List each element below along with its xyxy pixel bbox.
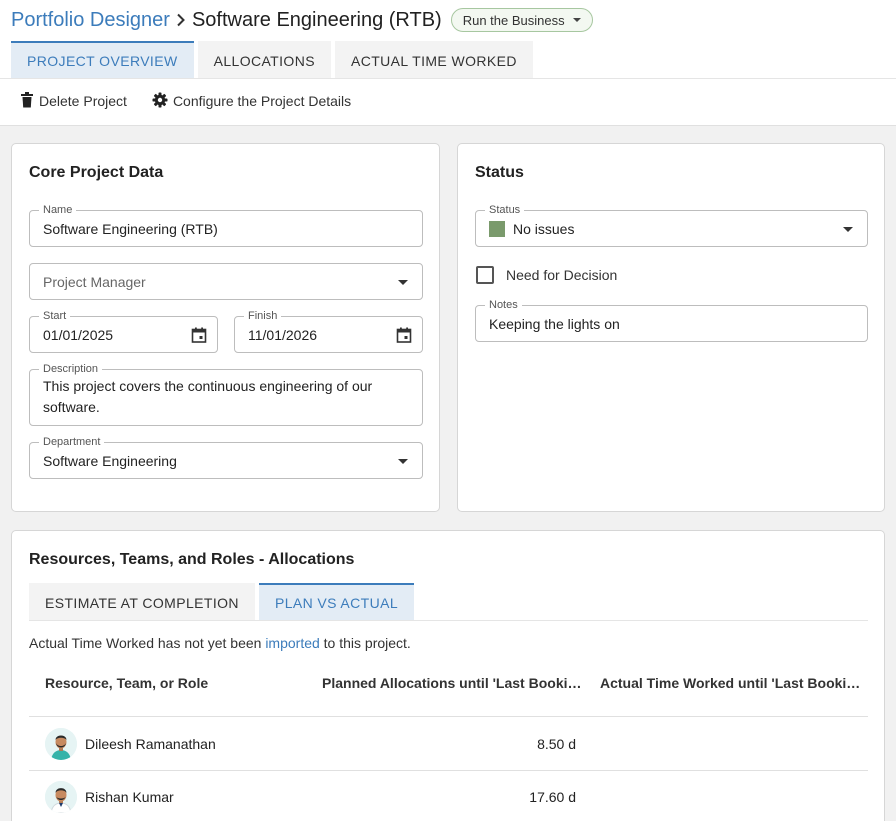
- table-row[interactable]: Rishan Kumar 17.60 d: [29, 770, 868, 821]
- status-value-text: No issues: [513, 220, 575, 237]
- status-card: Status Status No issues Need for Decisio…: [457, 143, 885, 512]
- allocations-card: Resources, Teams, and Roles - Allocation…: [11, 530, 885, 821]
- department-select[interactable]: Department Software Engineering: [29, 435, 423, 479]
- tab-actual-time-worked[interactable]: ACTUAL TIME WORKED: [334, 41, 533, 78]
- column-header-planned[interactable]: Planned Allocations until 'Last Bookin…: [322, 675, 584, 691]
- planned-allocation-value: 17.60 d: [529, 788, 576, 805]
- notice-text-before: Actual Time Worked has not yet been: [29, 635, 266, 651]
- category-chip[interactable]: Run the Business: [450, 8, 593, 32]
- name-field[interactable]: Name Software Engineering (RTB): [29, 203, 423, 247]
- finish-date-field[interactable]: Finish 11/01/2026: [234, 309, 423, 353]
- subtabs-divider: [29, 620, 868, 621]
- import-notice: Actual Time Worked has not yet been impo…: [29, 635, 411, 651]
- status-value: No issues: [489, 211, 574, 246]
- project-manager-select[interactable]: Project Manager: [29, 263, 423, 300]
- dropdown-arrow-icon: [398, 279, 408, 285]
- status-color-swatch: [489, 220, 505, 237]
- toolbar: Delete Project Configure the Project Det…: [20, 90, 376, 112]
- notes-field[interactable]: Notes Keeping the lights on: [475, 298, 868, 342]
- planned-allocation-value: 8.50 d: [537, 735, 576, 752]
- page-title: Software Engineering (RTB): [191, 8, 442, 31]
- dropdown-arrow-icon: [843, 226, 853, 232]
- breadcrumb-app-link[interactable]: Portfolio Designer: [11, 9, 170, 32]
- notes-value: Keeping the lights on: [489, 315, 620, 332]
- configure-project-button[interactable]: Configure the Project Details: [152, 92, 351, 111]
- start-date-field[interactable]: Start 01/01/2025: [29, 309, 218, 353]
- description-value: This project covers the continuous engin…: [43, 378, 373, 415]
- category-chip-label: Run the Business: [462, 12, 565, 28]
- need-for-decision-checkbox[interactable]: [476, 266, 494, 284]
- name-value: Software Engineering (RTB): [43, 220, 218, 237]
- avatar: [45, 728, 77, 760]
- tab-project-overview[interactable]: PROJECT OVERVIEW: [11, 41, 194, 78]
- configure-project-label: Configure the Project Details: [172, 93, 352, 109]
- delete-project-button[interactable]: Delete Project: [20, 91, 127, 111]
- top-bar: Portfolio Designer Software Engineering …: [0, 0, 896, 126]
- tab-plan-vs-actual[interactable]: PLAN VS ACTUAL: [258, 583, 415, 621]
- core-card-title: Core Project Data: [29, 164, 164, 181]
- core-project-data-card: Core Project Data Name Software Engineer…: [11, 143, 440, 512]
- table-row[interactable]: Dileesh Ramanathan 8.50 d: [29, 717, 868, 770]
- tab-estimate-at-completion[interactable]: ESTIMATE AT COMPLETION: [29, 583, 255, 621]
- resource-name: Dileesh Ramanathan: [85, 735, 216, 752]
- description-field[interactable]: Description This project covers the cont…: [29, 362, 423, 426]
- resource-name: Rishan Kumar: [85, 788, 174, 805]
- avatar: [45, 781, 77, 813]
- status-card-title: Status: [475, 164, 524, 181]
- main-tabs: PROJECT OVERVIEW ALLOCATIONS ACTUAL TIME…: [11, 41, 537, 79]
- chevron-right-icon: [170, 6, 192, 34]
- start-value: 01/01/2025: [43, 326, 114, 343]
- status-select[interactable]: Status No issues: [475, 203, 868, 247]
- gear-icon: [152, 92, 173, 111]
- calendar-icon[interactable]: [191, 327, 207, 348]
- caret-down-icon: [572, 18, 581, 22]
- project-manager-placeholder: Project Manager: [43, 273, 146, 290]
- delete-project-label: Delete Project: [39, 93, 127, 109]
- column-header-resource[interactable]: Resource, Team, or Role: [45, 675, 305, 691]
- calendar-icon[interactable]: [396, 327, 412, 348]
- allocations-card-title: Resources, Teams, and Roles - Allocation…: [29, 551, 355, 568]
- column-header-actual[interactable]: Actual Time Worked until 'Last Bookin…: [600, 675, 862, 691]
- finish-value: 11/01/2026: [248, 326, 318, 343]
- notice-text-after: to this project.: [319, 635, 411, 651]
- tabs-divider: [0, 78, 896, 79]
- description-label: Description: [39, 362, 103, 376]
- breadcrumb: Portfolio Designer Software Engineering …: [11, 6, 593, 34]
- dropdown-arrow-icon: [398, 458, 408, 464]
- department-value: Software Engineering: [43, 452, 177, 469]
- trash-icon: [20, 91, 39, 111]
- need-for-decision-label: Need for Decision: [506, 267, 618, 283]
- tab-allocations[interactable]: ALLOCATIONS: [197, 41, 331, 78]
- allocations-subtabs: ESTIMATE AT COMPLETION PLAN VS ACTUAL: [29, 583, 418, 621]
- imported-link[interactable]: imported: [265, 635, 319, 651]
